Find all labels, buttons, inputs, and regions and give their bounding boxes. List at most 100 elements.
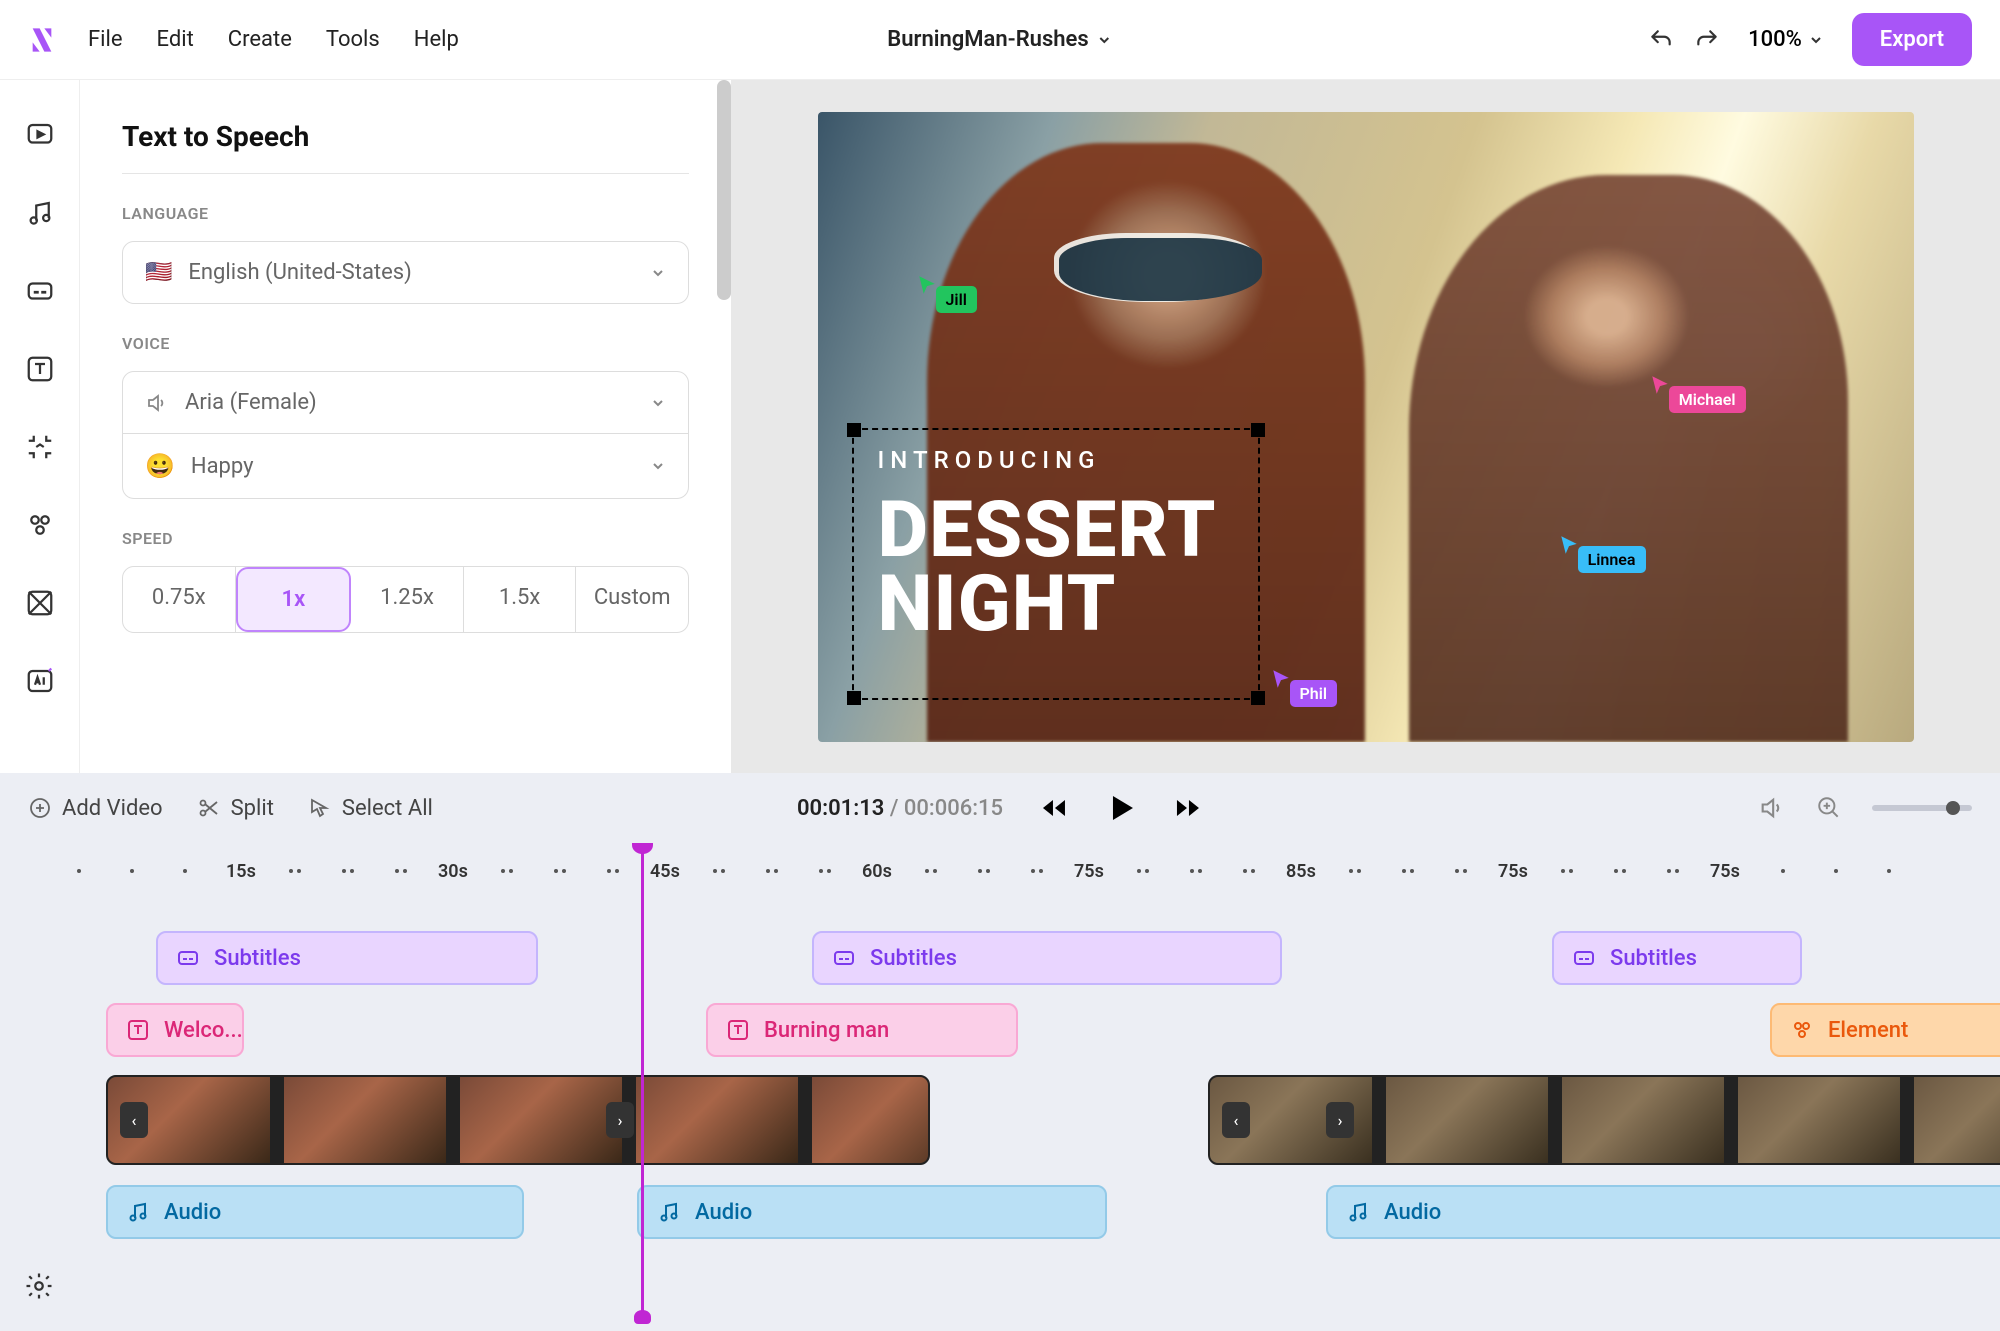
preview-scene	[1409, 175, 1847, 742]
rail-audio-icon[interactable]	[25, 198, 55, 228]
play-button[interactable]	[1105, 792, 1137, 824]
subtitle-icon	[832, 946, 856, 970]
chevron-down-icon	[1808, 32, 1824, 48]
ruler-tick	[774, 869, 778, 873]
selection-box[interactable]: INTRODUCING DESSERTNIGHT	[852, 428, 1260, 700]
clip-next-icon[interactable]: ›	[606, 1102, 634, 1138]
timecode: 00:01:13 / 00:006:15	[797, 796, 1003, 821]
zoom-in-icon[interactable]	[1816, 795, 1842, 821]
speed-option-0.75x[interactable]: 0.75x	[123, 567, 236, 632]
text-clip[interactable]: Welco...	[106, 1003, 244, 1057]
menu-tools[interactable]: Tools	[326, 27, 380, 52]
text-clip[interactable]: Burning man	[706, 1003, 1018, 1057]
playhead[interactable]	[641, 848, 644, 1318]
collab-cursor-linnea: Linnea	[1558, 534, 1646, 573]
timeline-zoom-slider[interactable]	[1872, 805, 1972, 811]
voice-select[interactable]: Aria (Female)	[122, 371, 689, 434]
collab-cursor-phil: Phil	[1270, 668, 1338, 707]
ruler-tick	[350, 869, 354, 873]
rail-subtitles-icon[interactable]	[25, 276, 55, 306]
clip-prev-icon[interactable]: ‹	[120, 1102, 148, 1138]
rail-text-icon[interactable]	[25, 354, 55, 384]
collab-cursor-michael: Michael	[1649, 374, 1746, 413]
ruler-tick	[1622, 869, 1626, 873]
forward-button[interactable]	[1173, 795, 1203, 821]
ruler-tick	[501, 869, 505, 873]
music-icon	[1346, 1200, 1370, 1224]
volume-icon[interactable]	[1758, 794, 1786, 822]
project-title-dropdown[interactable]: BurningMan-Rushes	[887, 27, 1112, 52]
split-button[interactable]: Split	[197, 796, 274, 821]
speed-option-1.5x[interactable]: 1.5x	[464, 567, 577, 632]
language-select[interactable]: 🇺🇸 English (United-States)	[122, 241, 689, 304]
shapes-icon	[1790, 1018, 1814, 1042]
slider-thumb[interactable]	[1946, 801, 1960, 815]
timeline-ruler[interactable]: 15s30s45s60s75s85s75s75s	[106, 843, 2000, 899]
ruler-tick	[986, 869, 990, 873]
resize-handle[interactable]	[1251, 423, 1265, 437]
export-button[interactable]: Export	[1852, 13, 1972, 66]
rewind-button[interactable]	[1039, 795, 1069, 821]
cursor-icon	[916, 274, 938, 296]
ruler-mark: 75s	[1498, 861, 1528, 882]
panel-scrollbar[interactable]	[717, 80, 731, 300]
preview-scene	[1059, 238, 1256, 301]
audio-clip[interactable]: Audio	[1326, 1185, 2000, 1239]
speed-option-1x[interactable]: 1x	[236, 567, 352, 632]
project-title: BurningMan-Rushes	[887, 27, 1088, 52]
ruler-tick	[721, 869, 725, 873]
add-video-button[interactable]: Add Video	[28, 796, 163, 821]
menu-edit[interactable]: Edit	[157, 27, 194, 52]
overlay-intro-text: INTRODUCING	[878, 446, 1101, 474]
ruler-mark: 45s	[650, 861, 680, 882]
resize-handle[interactable]	[847, 423, 861, 437]
playhead-handle-bottom[interactable]	[634, 1310, 651, 1324]
speed-option-1.25x[interactable]: 1.25x	[351, 567, 464, 632]
ruler-tick	[1455, 869, 1459, 873]
ruler-tick	[1834, 869, 1838, 873]
clip-prev-icon[interactable]: ‹	[1222, 1102, 1250, 1138]
rail-effects-icon[interactable]	[25, 588, 55, 618]
video-clip[interactable]: ‹ ›	[1208, 1075, 2000, 1165]
subtitle-clip[interactable]: Subtitles	[1552, 931, 1802, 985]
resize-handle[interactable]	[1251, 691, 1265, 705]
text-icon	[726, 1018, 750, 1042]
flag-icon: 🇺🇸	[145, 260, 172, 285]
menu-file[interactable]: File	[88, 27, 123, 52]
menu-create[interactable]: Create	[228, 27, 292, 52]
clip-next-icon[interactable]: ›	[1326, 1102, 1354, 1138]
voice-value: Aria (Female)	[185, 390, 634, 415]
rail-ai-icon[interactable]	[25, 666, 55, 696]
emotion-select[interactable]: 😀 Happy	[122, 434, 689, 499]
resize-handle[interactable]	[847, 691, 861, 705]
rail-crop-icon[interactable]	[25, 432, 55, 462]
ruler-tick	[1357, 869, 1361, 873]
redo-button[interactable]	[1694, 27, 1720, 53]
ruler-tick	[1190, 869, 1194, 873]
ruler-tick	[1887, 869, 1891, 873]
audio-clip[interactable]: Audio	[637, 1185, 1107, 1239]
undo-button[interactable]	[1648, 27, 1674, 53]
element-clip[interactable]: Element	[1770, 1003, 2000, 1057]
ruler-tick	[607, 869, 611, 873]
ruler-tick	[1137, 869, 1141, 873]
ruler-tick	[819, 869, 823, 873]
ruler-tick	[827, 869, 831, 873]
subtitle-clip[interactable]: Subtitles	[156, 931, 538, 985]
zoom-dropdown[interactable]: 100%	[1748, 27, 1824, 52]
ruler-mark: 30s	[438, 861, 468, 882]
rail-media-icon[interactable]	[25, 120, 55, 150]
rail-shapes-icon[interactable]	[25, 510, 55, 540]
app-logo[interactable]	[28, 26, 56, 54]
preview-canvas[interactable]: INTRODUCING DESSERTNIGHT Jill Michael Li…	[818, 112, 1914, 742]
speed-label: SPEED	[122, 529, 689, 548]
select-all-button[interactable]: Select All	[308, 796, 433, 821]
speed-option-custom[interactable]: Custom	[576, 567, 688, 632]
audio-clip[interactable]: Audio	[106, 1185, 524, 1239]
ruler-mark: 15s	[226, 861, 256, 882]
subtitle-clip[interactable]: Subtitles	[812, 931, 1282, 985]
video-clip[interactable]: ‹ ›	[106, 1075, 930, 1165]
ruler-tick	[1031, 869, 1035, 873]
settings-icon[interactable]	[24, 1271, 54, 1301]
menu-help[interactable]: Help	[414, 27, 459, 52]
